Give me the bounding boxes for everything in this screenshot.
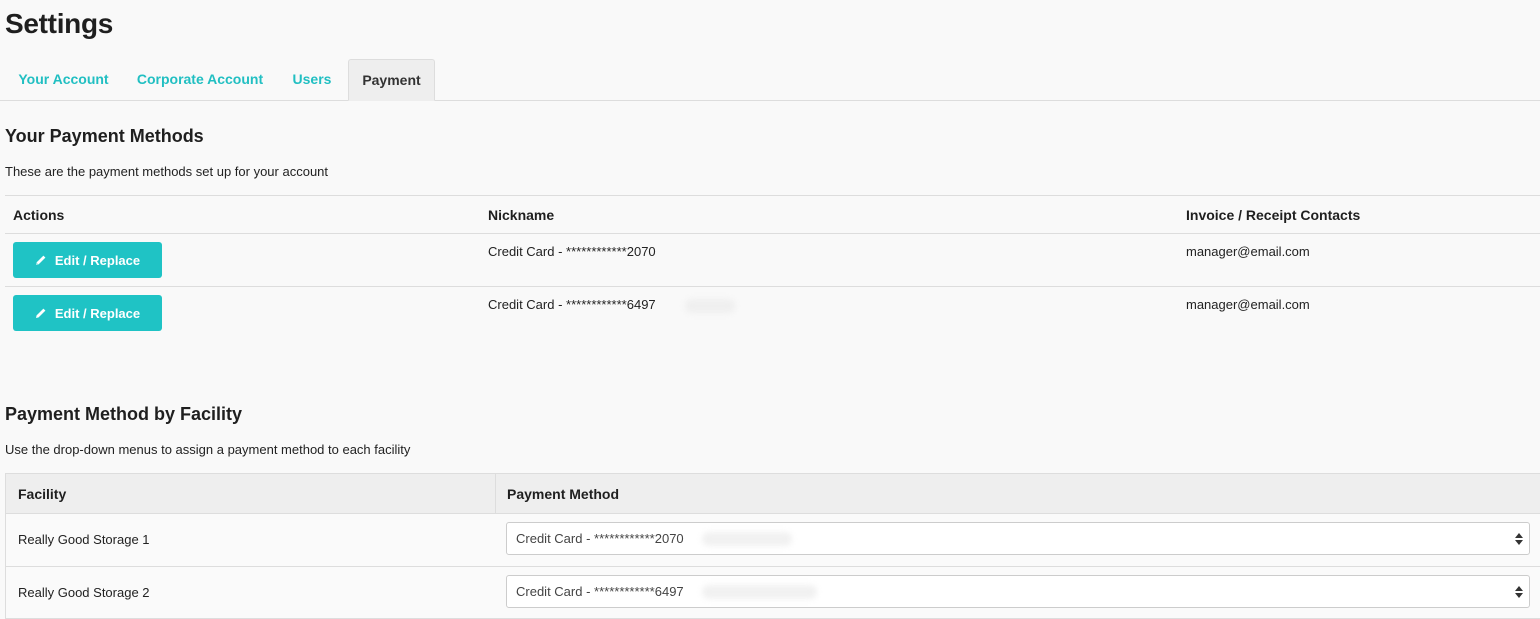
settings-page: Settings Your Account Corporate Account …	[0, 0, 1540, 619]
column-header-payment-method: Payment Method	[507, 486, 620, 502]
payment-method-select[interactable]: Credit Card - ************2070	[506, 522, 1530, 555]
facility-section-description: Use the drop-down menus to assign a paym…	[5, 442, 411, 457]
edit-replace-button[interactable]: Edit / Replace	[13, 295, 162, 331]
table-row: Really Good Storage 2 Credit Card - ****…	[6, 567, 1540, 619]
payment-method-select[interactable]: Credit Card - ************6497	[506, 575, 1530, 608]
select-arrows-icon	[1515, 586, 1523, 598]
edit-replace-button[interactable]: Edit / Replace	[13, 242, 162, 278]
table-row: Really Good Storage 1 Credit Card - ****…	[6, 514, 1540, 567]
redacted-text	[702, 532, 792, 546]
nickname-value: Credit Card - ************6497	[488, 297, 656, 312]
table-header: Actions Nickname Invoice / Receipt Conta…	[5, 195, 1540, 233]
settings-tabs: Your Account Corporate Account Users Pay…	[0, 59, 1540, 101]
pencil-icon	[35, 308, 46, 318]
nickname-value: Credit Card - ************2070	[488, 244, 656, 259]
payment-methods-table: Actions Nickname Invoice / Receipt Conta…	[5, 195, 1540, 339]
facility-table: Facility Payment Method Really Good Stor…	[5, 473, 1540, 619]
tab-corporate-account[interactable]: Corporate Account	[124, 59, 276, 101]
edit-replace-label: Edit / Replace	[54, 252, 141, 268]
facility-section-title: Payment Method by Facility	[5, 404, 243, 424]
tab-your-account[interactable]: Your Account	[6, 59, 121, 101]
pencil-icon	[35, 255, 46, 265]
facility-name: Really Good Storage 1	[18, 532, 150, 547]
select-value: Credit Card - ************2070	[516, 531, 684, 546]
column-header-actions: Actions	[13, 207, 65, 223]
tab-payment[interactable]: Payment	[348, 59, 435, 101]
select-arrows-icon	[1515, 533, 1523, 545]
redacted-text	[702, 585, 817, 599]
payment-methods-title: Your Payment Methods	[5, 126, 204, 146]
contact-value: manager@email.com	[1186, 244, 1310, 259]
payment-methods-description: These are the payment methods set up for…	[5, 164, 329, 179]
select-value: Credit Card - ************6497	[516, 584, 684, 599]
column-header-nickname: Nickname	[488, 207, 555, 223]
facility-name: Really Good Storage 2	[18, 585, 150, 600]
redacted-text	[685, 299, 735, 313]
column-divider	[495, 474, 496, 514]
table-row: Edit / Replace Credit Card - ***********…	[5, 286, 1540, 339]
tab-users[interactable]: Users	[278, 59, 346, 101]
edit-replace-label: Edit / Replace	[54, 305, 141, 321]
column-header-contacts: Invoice / Receipt Contacts	[1186, 207, 1361, 223]
column-header-facility: Facility	[18, 486, 67, 502]
table-header: Facility Payment Method	[6, 474, 1540, 514]
contact-value: manager@email.com	[1186, 297, 1310, 312]
page-title: Settings	[5, 8, 114, 39]
table-row: Edit / Replace Credit Card - ***********…	[5, 233, 1540, 286]
